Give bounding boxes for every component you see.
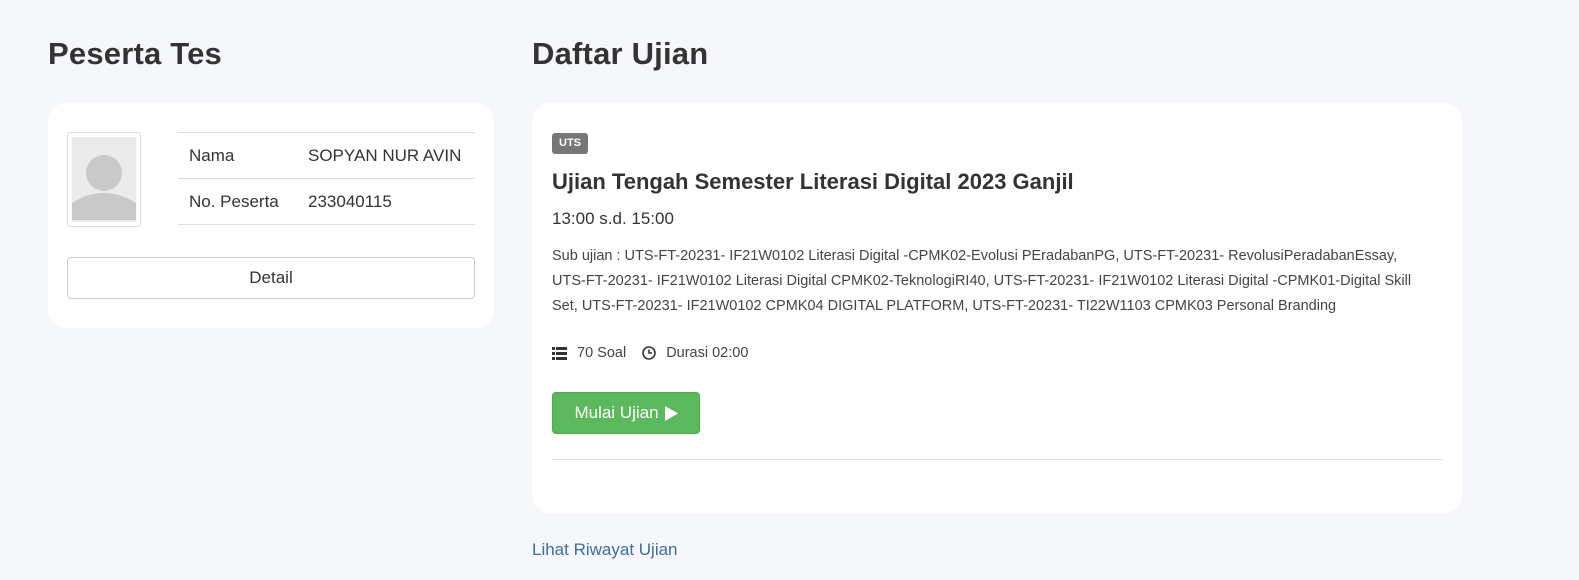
clock-icon [642,346,656,360]
table-row: No. Peserta 233040115 [178,178,475,225]
detail-button[interactable]: Detail [67,257,475,299]
sub-exam-list: Sub ujian : UTS-FT-20231- IF21W0102 Lite… [552,248,1412,314]
exam-card: UTS Ujian Tengah Semester Literasi Digit… [532,103,1462,513]
question-count-text: 70 Soal [577,345,627,361]
participant-number-value: 233040115 [297,178,475,225]
exam-meta: 70 Soal Durasi 02:00 [552,345,758,361]
user-avatar-icon [72,137,136,220]
avatar [67,132,141,227]
exam-type-badge: UTS [552,133,588,154]
name-label: Nama [178,132,297,179]
name-value: SOPYAN NUR AVIN [297,132,475,179]
table-row: Nama SOPYAN NUR AVIN [178,132,475,179]
participant-card: Nama SOPYAN NUR AVIN No. Peserta 2330401… [48,103,494,328]
exam-duration: Durasi 02:00 [642,345,748,361]
participant-section-title: Peserta Tes [48,36,222,71]
participant-number-label: No. Peserta [178,178,297,225]
play-icon [664,405,678,421]
list-icon [552,346,567,360]
exam-section-title: Daftar Ujian [532,36,709,71]
duration-text: Durasi 02:00 [666,345,749,361]
exam-title: Ujian Tengah Semester Literasi Digital 2… [552,169,1074,194]
divider [552,459,1443,460]
exam-history-link[interactable]: Lihat Riwayat Ujian [532,540,678,560]
start-exam-button[interactable]: Mulai Ujian [552,392,700,434]
exam-time: 13:00 s.d. 15:00 [552,209,674,228]
participant-info-table: Nama SOPYAN NUR AVIN No. Peserta 2330401… [178,132,475,225]
start-exam-label: Mulai Ujian [574,403,659,422]
question-count: 70 Soal [552,345,626,361]
